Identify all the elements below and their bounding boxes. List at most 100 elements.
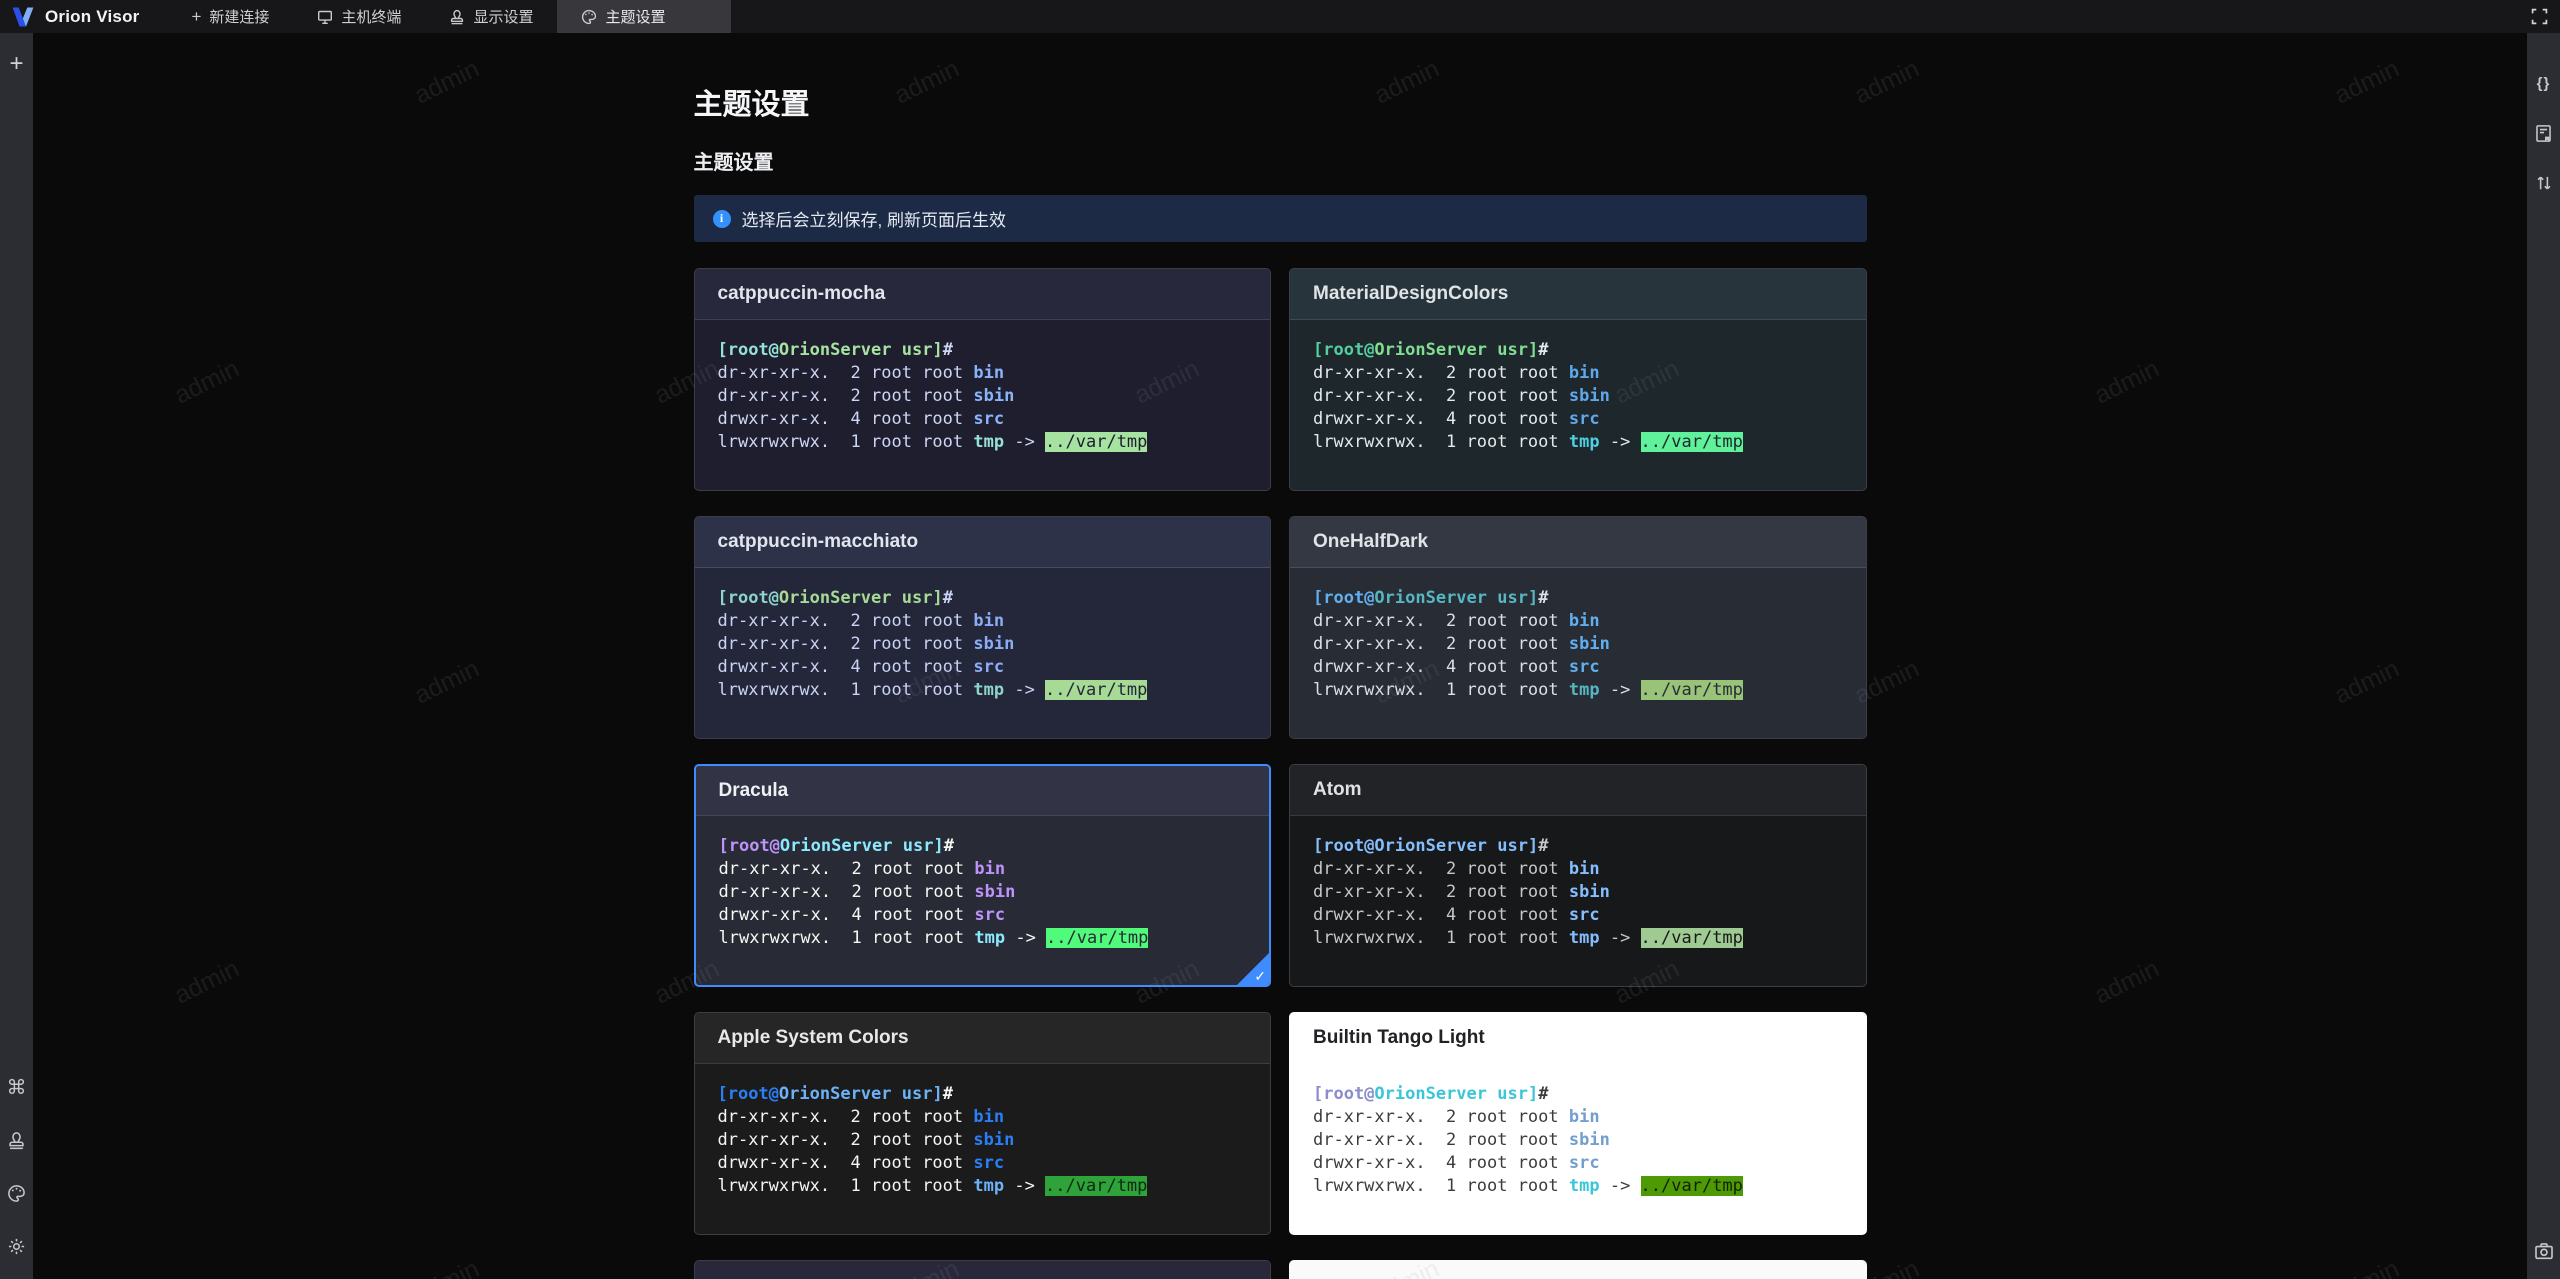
theme-card-dracula[interactable]: Dracula [root@OrionServer usr]# dr-xr-xr-x… bbox=[693, 764, 1271, 987]
prompt-server: OrionServer usr] bbox=[779, 836, 944, 856]
file-name: sbin bbox=[973, 1130, 1015, 1150]
left-rail: + ⌘ bbox=[0, 33, 33, 1279]
file-permissions: dr-xr-xr-x. 2 root root bbox=[717, 634, 974, 654]
prompt-user-host: [root@ bbox=[717, 340, 779, 360]
screenshot-button[interactable] bbox=[2532, 1239, 2556, 1263]
theme-card-builtin-tango-light[interactable]: Builtin Tango Light [root@OrionServer usr… bbox=[1289, 1012, 1867, 1235]
theme-card-header: Builtin Tango Light bbox=[1290, 1013, 1866, 1064]
section-title: 主题设置 bbox=[693, 152, 774, 174]
new-session-button[interactable]: + bbox=[5, 50, 29, 77]
prompt-symbol: # bbox=[1538, 340, 1549, 360]
settings-button[interactable] bbox=[5, 1234, 29, 1258]
theme-card-one-half-dark[interactable]: OneHalfDark [root@OrionServer usr]# dr-xr-… bbox=[1289, 516, 1867, 739]
file-name: sbin bbox=[1568, 1130, 1610, 1150]
terminal-preview: [root@OrionServer usr]# dr-xr-xr-x. 2 roo… bbox=[1290, 1064, 1866, 1217]
file-permissions: dr-xr-xr-x. 2 root root bbox=[1313, 363, 1569, 383]
terminal-line: dr-xr-xr-x. 2 root root bin bbox=[1313, 362, 1843, 385]
theme-card-catppuccin-macchiato[interactable]: catppuccin-macchiato [root@OrionServer us… bbox=[693, 516, 1271, 739]
watermark-text: admin bbox=[410, 54, 484, 110]
watermark-text: admin bbox=[2330, 54, 2404, 110]
theme-card-material-design-colors[interactable]: MaterialDesignColors [root@OrionServer us… bbox=[1289, 268, 1867, 491]
sort-order-button[interactable] bbox=[2532, 171, 2556, 195]
topbar-tabs: + 新建连接 主机终端 显示设置 主题设置 bbox=[167, 0, 732, 33]
file-permissions: dr-xr-xr-x. 2 root root bbox=[1313, 859, 1569, 879]
theme-grid: catppuccin-mocha [root@OrionServer usr]# d… bbox=[693, 268, 1867, 1279]
file-name: sbin bbox=[1568, 634, 1610, 654]
file-permissions: dr-xr-xr-x. 2 root root bbox=[717, 363, 974, 383]
file-permissions: drwxr-xr-x. 4 root root bbox=[1313, 657, 1569, 677]
link-arrow: -> bbox=[1004, 432, 1046, 452]
theme-card-partial-light[interactable] bbox=[1289, 1260, 1867, 1279]
link-target: ../var/tmp bbox=[1640, 432, 1743, 452]
file-name: src bbox=[974, 905, 1006, 925]
prompt-user-host: [root@ bbox=[1313, 836, 1375, 856]
stamp-icon bbox=[7, 1131, 26, 1150]
theme-card-partial-dark[interactable] bbox=[693, 1260, 1271, 1279]
link-target: ../var/tmp bbox=[1640, 1176, 1743, 1196]
terminal-line: lrwxrwxrwx. 1 root root tmp -> ../var/tm… bbox=[1313, 431, 1843, 454]
tab-display-settings[interactable]: 显示设置 bbox=[425, 0, 557, 33]
tab-host-terminal[interactable]: 主机终端 bbox=[293, 0, 425, 33]
file-name: tmp bbox=[1568, 680, 1600, 700]
theme-card-title: catppuccin-mocha bbox=[717, 283, 886, 304]
palette-icon bbox=[581, 9, 597, 25]
prompt-user-host: [root@ bbox=[1313, 1084, 1375, 1104]
tab-new-connection[interactable]: + 新建连接 bbox=[167, 0, 293, 33]
file-permissions: dr-xr-xr-x. 2 root root bbox=[717, 1130, 974, 1150]
prompt-symbol: # bbox=[943, 836, 954, 856]
fullscreen-button[interactable] bbox=[2519, 0, 2560, 33]
prompt-server: OrionServer usr] bbox=[1374, 340, 1539, 360]
prompt-server: OrionServer usr] bbox=[1374, 836, 1539, 856]
file-permissions: dr-xr-xr-x. 2 root root bbox=[1313, 634, 1569, 654]
watermark-text: admin bbox=[2090, 954, 2164, 1010]
prompt-server: OrionServer usr] bbox=[778, 588, 943, 608]
file-name: src bbox=[1568, 409, 1600, 429]
json-view-button[interactable]: {} bbox=[2532, 71, 2556, 95]
file-name: sbin bbox=[1568, 882, 1610, 902]
shortcuts-button[interactable]: ⌘ bbox=[5, 1075, 29, 1099]
palette-icon bbox=[7, 1184, 26, 1203]
theme-card-apple-system-colors[interactable]: Apple System Colors [root@OrionServer usr… bbox=[693, 1012, 1271, 1235]
prompt-user-host: [root@ bbox=[1313, 588, 1375, 608]
watermark-text: admin bbox=[2330, 1255, 2404, 1279]
file-name: sbin bbox=[973, 634, 1015, 654]
display-settings-button[interactable] bbox=[5, 1128, 29, 1152]
theme-card-atom[interactable]: Atom [root@OrionServer usr]# dr-xr-xr-x. 2… bbox=[1289, 764, 1867, 987]
link-target: ../var/tmp bbox=[1046, 928, 1149, 948]
theme-card-catppuccin-mocha[interactable]: catppuccin-mocha [root@OrionServer usr]# d… bbox=[693, 268, 1271, 491]
right-rail: {} bbox=[2527, 33, 2560, 1279]
terminal-line: dr-xr-xr-x. 2 root root sbin bbox=[718, 1129, 1248, 1152]
prompt-user-host: [root@ bbox=[717, 1084, 779, 1104]
prompt-server: OrionServer usr] bbox=[778, 1084, 943, 1104]
braces-icon: {} bbox=[2536, 74, 2551, 92]
theme-card-header: Dracula bbox=[695, 766, 1269, 816]
file-permissions: drwxr-xr-x. 4 root root bbox=[717, 1153, 974, 1173]
link-arrow: -> bbox=[1004, 680, 1046, 700]
prompt-symbol: # bbox=[942, 340, 953, 360]
file-name: sbin bbox=[1568, 386, 1610, 406]
theme-card-title: Builtin Tango Light bbox=[1313, 1027, 1485, 1048]
terminal-prompt-line: [root@OrionServer usr]# bbox=[718, 587, 1248, 610]
file-permissions: lrwxrwxrwx. 1 root root bbox=[717, 1176, 974, 1196]
file-name: tmp bbox=[973, 680, 1005, 700]
terminal-line: drwxr-xr-x. 4 root root src bbox=[719, 904, 1247, 927]
terminal-preview: [root@OrionServer usr]# dr-xr-xr-x. 2 roo… bbox=[696, 816, 1270, 969]
watermark-text: admin bbox=[2090, 354, 2164, 410]
tab-theme-settings[interactable]: 主题设置 bbox=[557, 0, 732, 33]
link-target: ../var/tmp bbox=[1045, 680, 1148, 700]
terminal-line: drwxr-xr-x. 4 root root src bbox=[1313, 656, 1843, 679]
prompt-symbol: # bbox=[942, 1084, 953, 1104]
bookmark-doc-button[interactable] bbox=[2532, 121, 2556, 145]
terminal-line: drwxr-xr-x. 4 root root src bbox=[718, 1152, 1248, 1175]
watermark-text: admin bbox=[170, 954, 244, 1010]
monitor-icon bbox=[317, 9, 333, 25]
terminal-line: drwxr-xr-x. 4 root root src bbox=[718, 656, 1248, 679]
theme-settings-button[interactable] bbox=[5, 1181, 29, 1205]
terminal-preview: [root@OrionServer usr]# dr-xr-xr-x. 2 roo… bbox=[1290, 816, 1866, 969]
file-permissions: dr-xr-xr-x. 2 root root bbox=[718, 882, 975, 902]
terminal-line: dr-xr-xr-x. 2 root root bin bbox=[718, 610, 1248, 633]
terminal-line: lrwxrwxrwx. 1 root root tmp -> ../var/tm… bbox=[718, 1175, 1248, 1198]
terminal-line: dr-xr-xr-x. 2 root root bin bbox=[1313, 1106, 1843, 1129]
terminal-line: dr-xr-xr-x. 2 root root bin bbox=[1313, 858, 1843, 881]
theme-card-header: MaterialDesignColors bbox=[1290, 269, 1866, 320]
